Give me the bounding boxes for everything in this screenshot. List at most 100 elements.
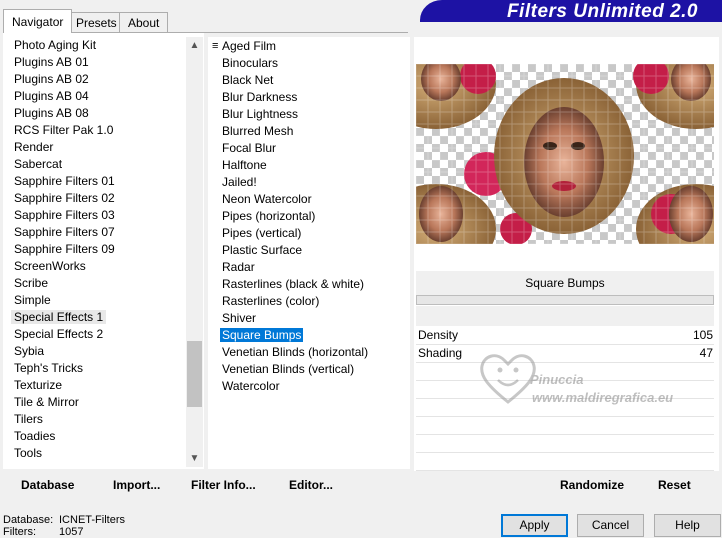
filter-item[interactable]: Blur Darkness bbox=[222, 89, 297, 106]
filter-item[interactable]: Venetian Blinds (vertical) bbox=[222, 361, 354, 378]
category-item[interactable]: Photo Aging Kit bbox=[14, 37, 96, 54]
category-item[interactable]: RCS Filter Pak 1.0 bbox=[14, 122, 113, 139]
param-row[interactable]: Density 105 bbox=[416, 327, 716, 344]
filter-item-label: Focal Blur bbox=[222, 141, 277, 155]
filter-item-label: Aged Film bbox=[222, 39, 277, 53]
category-item[interactable]: Sapphire Filters 01 bbox=[14, 173, 115, 190]
filter-item[interactable]: Blurred Mesh bbox=[222, 123, 293, 140]
category-item-label: Scribe bbox=[14, 276, 49, 290]
category-item[interactable]: Tile & Mirror bbox=[14, 394, 79, 411]
filter-item[interactable]: Black Net bbox=[222, 72, 273, 89]
filter-list[interactable]: ≡ Aged Film Binoculars Black Net Blur Darkne… bbox=[208, 37, 410, 469]
filter-item-label: Radar bbox=[222, 260, 255, 274]
filter-item[interactable]: Shiver bbox=[222, 310, 256, 327]
category-item[interactable]: Toadies bbox=[14, 428, 55, 445]
category-item[interactable]: Sybia bbox=[14, 343, 44, 360]
filter-item[interactable]: Watercolor bbox=[222, 378, 280, 395]
category-item[interactable]: Sapphire Filters 03 bbox=[14, 207, 115, 224]
filter-item[interactable]: ≡ Aged Film bbox=[212, 38, 277, 55]
filter-progress-bar bbox=[416, 295, 714, 305]
filter-item-label: Square Bumps bbox=[220, 328, 304, 342]
category-item[interactable]: Special Effects 1 bbox=[11, 309, 107, 326]
apply-button[interactable]: Apply bbox=[501, 514, 568, 537]
category-item[interactable]: Texturize bbox=[14, 377, 62, 394]
help-button[interactable]: Help bbox=[654, 514, 721, 537]
filter-item-label: Venetian Blinds (horizontal) bbox=[222, 345, 369, 359]
category-item[interactable]: Teph's Tricks bbox=[14, 360, 83, 377]
filter-name-label: Square Bumps bbox=[525, 276, 605, 290]
param-grid-line bbox=[416, 434, 714, 435]
filter-item-label: Blur Lightness bbox=[222, 107, 299, 121]
cancel-button[interactable]: Cancel bbox=[577, 514, 644, 537]
category-item[interactable]: Sapphire Filters 07 bbox=[14, 224, 115, 241]
category-item-label: Teph's Tricks bbox=[14, 361, 83, 375]
category-item-label: Sabercat bbox=[14, 157, 63, 171]
reset-button[interactable]: Reset bbox=[658, 478, 691, 492]
param-value: 47 bbox=[699, 346, 713, 360]
category-item[interactable]: Plugins AB 04 bbox=[14, 88, 89, 105]
filter-item-label: Rasterlines (color) bbox=[222, 294, 320, 308]
category-item[interactable]: Plugins AB 01 bbox=[14, 54, 89, 71]
category-item-label: Special Effects 2 bbox=[14, 327, 104, 341]
filter-item[interactable]: Blur Lightness bbox=[222, 106, 298, 123]
category-scrollbar[interactable]: ▲ ▼ bbox=[186, 37, 203, 467]
filter-item-label: Blurred Mesh bbox=[222, 124, 294, 138]
filter-item[interactable]: Halftone bbox=[222, 157, 267, 174]
filter-item-label: Jailed! bbox=[222, 175, 257, 189]
category-item-label: Special Effects 1 bbox=[11, 310, 107, 324]
category-item[interactable]: Simple bbox=[14, 292, 51, 309]
filter-item[interactable]: Rasterlines (color) bbox=[222, 293, 319, 310]
filter-item[interactable]: Plastic Surface bbox=[222, 242, 302, 259]
category-item[interactable]: Tilers bbox=[14, 411, 43, 428]
database-button[interactable]: Database bbox=[21, 478, 74, 492]
category-item[interactable]: Render bbox=[14, 139, 53, 156]
param-label: Shading bbox=[418, 346, 463, 360]
import-button[interactable]: Import... bbox=[113, 478, 160, 492]
tab-about[interactable]: About bbox=[119, 12, 169, 32]
category-item[interactable]: Scribe bbox=[14, 275, 48, 292]
category-item[interactable]: Sabercat bbox=[14, 156, 62, 173]
filter-info-button[interactable]: Filter Info... bbox=[191, 478, 256, 492]
editor-button[interactable]: Editor... bbox=[289, 478, 333, 492]
param-value: 105 bbox=[692, 328, 713, 342]
category-item[interactable]: Special Effects 2 bbox=[14, 326, 103, 343]
watermark-url: www.maldiregrafica.eu bbox=[532, 390, 674, 405]
param-grid-line bbox=[416, 344, 714, 345]
category-item-label: Texturize bbox=[14, 378, 63, 392]
filter-item[interactable]: Jailed! bbox=[222, 174, 257, 191]
filter-item[interactable]: Neon Watercolor bbox=[222, 191, 312, 208]
category-item-label: Sapphire Filters 01 bbox=[14, 174, 115, 188]
tab-presets[interactable]: Presets bbox=[67, 12, 126, 32]
preview-image bbox=[416, 64, 714, 244]
filter-item-label: Binoculars bbox=[222, 56, 279, 70]
filter-item[interactable]: Pipes (horizontal) bbox=[222, 208, 315, 225]
category-item-label: Tools bbox=[14, 446, 43, 460]
category-list[interactable]: Photo Aging Kit Plugins AB 01 Plugins AB 0… bbox=[3, 33, 204, 469]
filter-item[interactable]: Focal Blur bbox=[222, 140, 276, 157]
category-item[interactable]: Sapphire Filters 02 bbox=[14, 190, 115, 207]
tab-navigator[interactable]: Navigator bbox=[3, 9, 73, 33]
filter-item[interactable]: Pipes (vertical) bbox=[222, 225, 301, 242]
category-item-label: Sapphire Filters 03 bbox=[14, 208, 115, 222]
category-item[interactable]: ScreenWorks bbox=[14, 258, 86, 275]
filter-item[interactable]: Radar bbox=[222, 259, 255, 276]
category-item[interactable]: Sapphire Filters 09 bbox=[14, 241, 115, 258]
category-item[interactable]: Plugins AB 02 bbox=[14, 71, 89, 88]
filter-item[interactable]: Rasterlines (black & white) bbox=[222, 276, 364, 293]
status-database-value: ICNET-Filters bbox=[59, 514, 125, 526]
chevron-up-icon[interactable]: ▲ bbox=[186, 37, 203, 54]
param-grid-line bbox=[416, 452, 714, 453]
filter-item-label: Plastic Surface bbox=[222, 243, 303, 257]
scrollbar-thumb[interactable] bbox=[187, 341, 202, 407]
chevron-down-icon[interactable]: ▼ bbox=[186, 450, 203, 467]
filter-item[interactable]: Binoculars bbox=[222, 55, 278, 72]
category-item[interactable]: Tools bbox=[14, 445, 42, 462]
status-database-label: Database: bbox=[3, 514, 54, 526]
filter-item[interactable]: Square Bumps bbox=[220, 327, 304, 344]
status-filters-value: 1057 bbox=[59, 526, 84, 538]
category-item[interactable]: Plugins AB 08 bbox=[14, 105, 89, 122]
randomize-button[interactable]: Randomize bbox=[560, 478, 624, 492]
category-item-label: Tile & Mirror bbox=[14, 395, 79, 409]
app-title-banner: Filters Unlimited 2.0 bbox=[420, 0, 722, 22]
filter-item[interactable]: Venetian Blinds (horizontal) bbox=[222, 344, 368, 361]
